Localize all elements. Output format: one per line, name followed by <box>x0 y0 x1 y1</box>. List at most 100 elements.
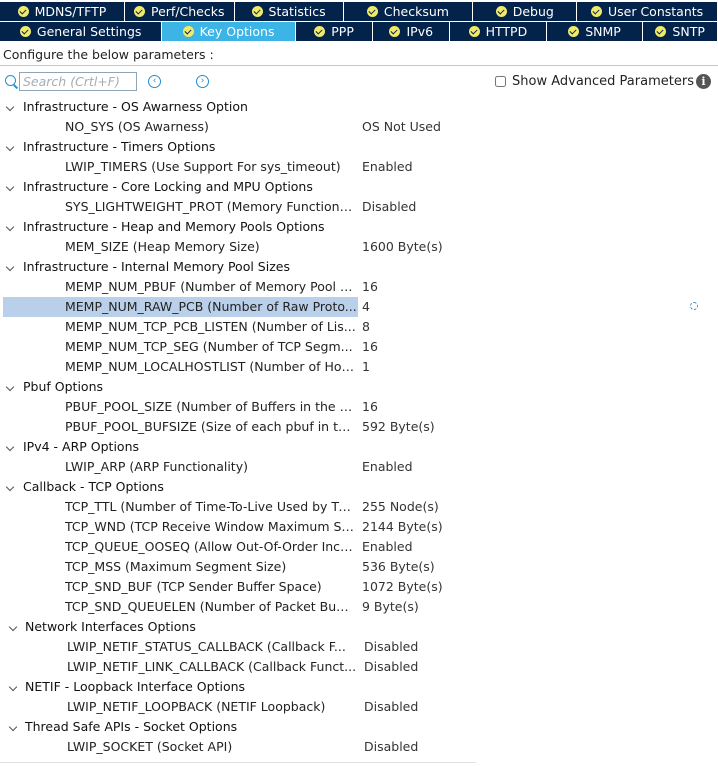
parameter-value[interactable]: 1600 Byte(s) <box>362 237 443 257</box>
parameter-row[interactable]: SYS_LIGHTWEIGHT_PROT (Memory Functions..… <box>0 197 718 217</box>
parameter-name: TCP_TTL (Number of Time-To-Live Used by … <box>65 499 357 514</box>
parameter-name: MEMP_NUM_TCP_PCB_LISTEN (Number of Lis..… <box>65 319 356 334</box>
previous-result-button[interactable]: ‹ <box>148 75 161 88</box>
parameter-value[interactable]: Disabled <box>364 637 418 657</box>
parameter-row[interactable]: MEMP_NUM_TCP_SEG (Number of TCP Segm... 1… <box>0 337 718 357</box>
parameter-name: TCP_QUEUE_OOSEQ (Allow Out-Of-Order Inco… <box>65 539 357 554</box>
tab-label: Perf/Checks <box>151 4 225 19</box>
parameter-name: PBUF_POOL_SIZE (Number of Buffers in the… <box>65 399 357 414</box>
group-header[interactable]: Network Interfaces Options <box>0 617 718 637</box>
group-header[interactable]: Infrastructure - OS Awarness Option <box>0 97 718 117</box>
tab-user-constants[interactable]: User Constants <box>577 2 717 21</box>
parameter-row[interactable]: TCP_SND_QUEUELEN (Number of Packet Buffe… <box>0 597 718 617</box>
parameter-value[interactable]: Enabled <box>362 157 413 177</box>
parameter-value[interactable]: Enabled <box>362 537 413 557</box>
chevron-down-icon[interactable] <box>5 382 15 392</box>
parameter-value[interactable]: 8 <box>362 317 370 337</box>
tab-ppp[interactable]: PPP <box>295 22 373 41</box>
tab-checksum[interactable]: Checksum <box>343 2 473 21</box>
parameter-value[interactable]: 16 <box>362 337 378 357</box>
parameter-value[interactable]: 536 Byte(s) <box>362 557 435 577</box>
parameter-value[interactable]: 4 <box>362 297 370 317</box>
check-circle-icon <box>17 6 29 17</box>
parameter-row[interactable]: MEMP_NUM_TCP_PCB_LISTEN (Number of Lis..… <box>0 317 718 337</box>
parameter-row[interactable]: MEMP_NUM_PBUF (Number of Memory Pool st.… <box>0 277 718 297</box>
parameter-row[interactable]: LWIP_TIMERS (Use Support For sys_timeout… <box>0 157 718 177</box>
tab-general-settings[interactable]: General Settings <box>0 22 162 41</box>
parameter-row[interactable]: MEMP_NUM_RAW_PCB (Number of Raw Proto...… <box>0 297 718 317</box>
group-header[interactable]: Infrastructure - Heap and Memory Pools O… <box>0 217 718 237</box>
info-icon[interactable]: i <box>696 74 711 89</box>
parameter-row[interactable]: MEM_SIZE (Heap Memory Size) 1600 Byte(s) <box>0 237 718 257</box>
chevron-down-icon[interactable] <box>8 682 18 692</box>
show-advanced-label[interactable]: Show Advanced Parameters <box>512 74 694 89</box>
tab-statistics[interactable]: Statistics <box>234 2 343 21</box>
parameter-value[interactable]: 255 Node(s) <box>362 497 439 517</box>
chevron-down-icon[interactable] <box>5 482 15 492</box>
parameter-row[interactable]: LWIP_NETIF_STATUS_CALLBACK (Callback F..… <box>0 637 718 657</box>
chevron-down-icon[interactable] <box>5 262 15 272</box>
group-header[interactable]: Infrastructure - Core Locking and MPU Op… <box>0 177 718 197</box>
gear-icon[interactable] <box>690 302 698 310</box>
chevron-down-icon[interactable] <box>5 182 15 192</box>
tab-sntp[interactable]: SNTP <box>643 22 717 41</box>
tab-key-options[interactable]: Key Options <box>162 22 295 41</box>
chevron-down-icon[interactable] <box>5 442 15 452</box>
parameter-value[interactable]: 9 Byte(s) <box>362 597 419 617</box>
parameter-row[interactable]: TCP_TTL (Number of Time-To-Live Used by … <box>0 497 718 517</box>
group-header[interactable]: Infrastructure - Timers Options <box>0 137 718 157</box>
parameter-value[interactable]: 2144 Byte(s) <box>362 517 443 537</box>
parameter-row[interactable]: TCP_WND (TCP Receive Window Maximum Size… <box>0 517 718 537</box>
group-header[interactable]: Thread Safe APIs - Socket Options <box>0 717 718 737</box>
tab-row-2: General Settings Key Options PPP IPv6 HTTPD S… <box>0 22 718 42</box>
parameter-row[interactable]: LWIP_SOCKET (Socket API) Disabled <box>0 737 718 757</box>
parameter-value[interactable]: Disabled <box>364 737 418 757</box>
parameter-name: LWIP_SOCKET (Socket API) <box>67 739 233 754</box>
parameter-row[interactable]: TCP_SND_BUF (TCP Sender Buffer Space) 107… <box>0 577 718 597</box>
show-advanced-checkbox[interactable] <box>495 76 506 87</box>
parameter-value[interactable]: Disabled <box>364 657 418 677</box>
tab-debug[interactable]: Debug <box>473 2 577 21</box>
group-header[interactable]: NETIF - Loopback Interface Options <box>0 677 718 697</box>
tab-httpd[interactable]: HTTPD <box>450 22 546 41</box>
parameter-value[interactable]: 592 Byte(s) <box>362 417 435 437</box>
parameter-value[interactable]: 16 <box>362 397 378 417</box>
parameter-value[interactable]: Disabled <box>364 697 418 717</box>
parameter-row[interactable]: LWIP_NETIF_LOOPBACK (NETIF Loopback) Disa… <box>0 697 718 717</box>
group-header[interactable]: Callback - TCP Options <box>0 477 718 497</box>
parameter-row[interactable]: LWIP_ARP (ARP Functionality) Enabled <box>0 457 718 477</box>
chevron-down-icon[interactable] <box>5 142 15 152</box>
parameter-row[interactable]: TCP_MSS (Maximum Segment Size) 536 Byte(s… <box>0 557 718 577</box>
parameter-value[interactable]: 1072 Byte(s) <box>362 577 443 597</box>
chevron-down-icon[interactable] <box>5 222 15 232</box>
check-circle-icon <box>468 26 480 37</box>
group-header[interactable]: IPv4 - ARP Options <box>0 437 718 457</box>
parameter-row[interactable]: PBUF_POOL_SIZE (Number of Buffers in the… <box>0 397 718 417</box>
group-name: Infrastructure - Heap and Memory Pools O… <box>23 219 325 234</box>
group-header[interactable]: Infrastructure - Internal Memory Pool Si… <box>0 257 718 277</box>
parameter-value[interactable]: Disabled <box>362 197 416 217</box>
parameter-row[interactable]: LWIP_NETIF_LINK_CALLBACK (Callback Funct… <box>0 657 718 677</box>
parameter-row[interactable]: NO_SYS (OS Awarness) OS Not Used <box>0 117 718 137</box>
parameter-value[interactable]: OS Not Used <box>362 117 441 137</box>
search-input[interactable] <box>19 72 137 91</box>
tab-perf-checks[interactable]: Perf/Checks <box>124 2 234 21</box>
parameter-value[interactable]: Enabled <box>362 457 413 477</box>
parameter-value[interactable]: 16 <box>362 277 378 297</box>
search-icon[interactable] <box>5 75 16 86</box>
parameter-row[interactable]: PBUF_POOL_BUFSIZE (Size of each pbuf in … <box>0 417 718 437</box>
chevron-down-icon[interactable] <box>8 622 18 632</box>
tab-label: Key Options <box>199 24 275 39</box>
parameter-row[interactable]: TCP_QUEUE_OOSEQ (Allow Out-Of-Order Inco… <box>0 537 718 557</box>
tab-snmp[interactable]: SNMP <box>546 22 643 41</box>
check-circle-icon <box>389 26 401 37</box>
parameter-value[interactable]: 1 <box>362 357 370 377</box>
parameter-row[interactable]: MEMP_NUM_LOCALHOSTLIST (Number of Hos...… <box>0 357 718 377</box>
next-result-button[interactable]: › <box>196 75 209 88</box>
chevron-down-icon[interactable] <box>8 722 18 732</box>
group-name: IPv4 - ARP Options <box>23 439 140 454</box>
tab-mdns-tftp[interactable]: MDNS/TFTP <box>0 2 124 21</box>
chevron-down-icon[interactable] <box>5 102 15 112</box>
group-header[interactable]: Pbuf Options <box>0 377 718 397</box>
tab-ipv6[interactable]: IPv6 <box>373 22 450 41</box>
